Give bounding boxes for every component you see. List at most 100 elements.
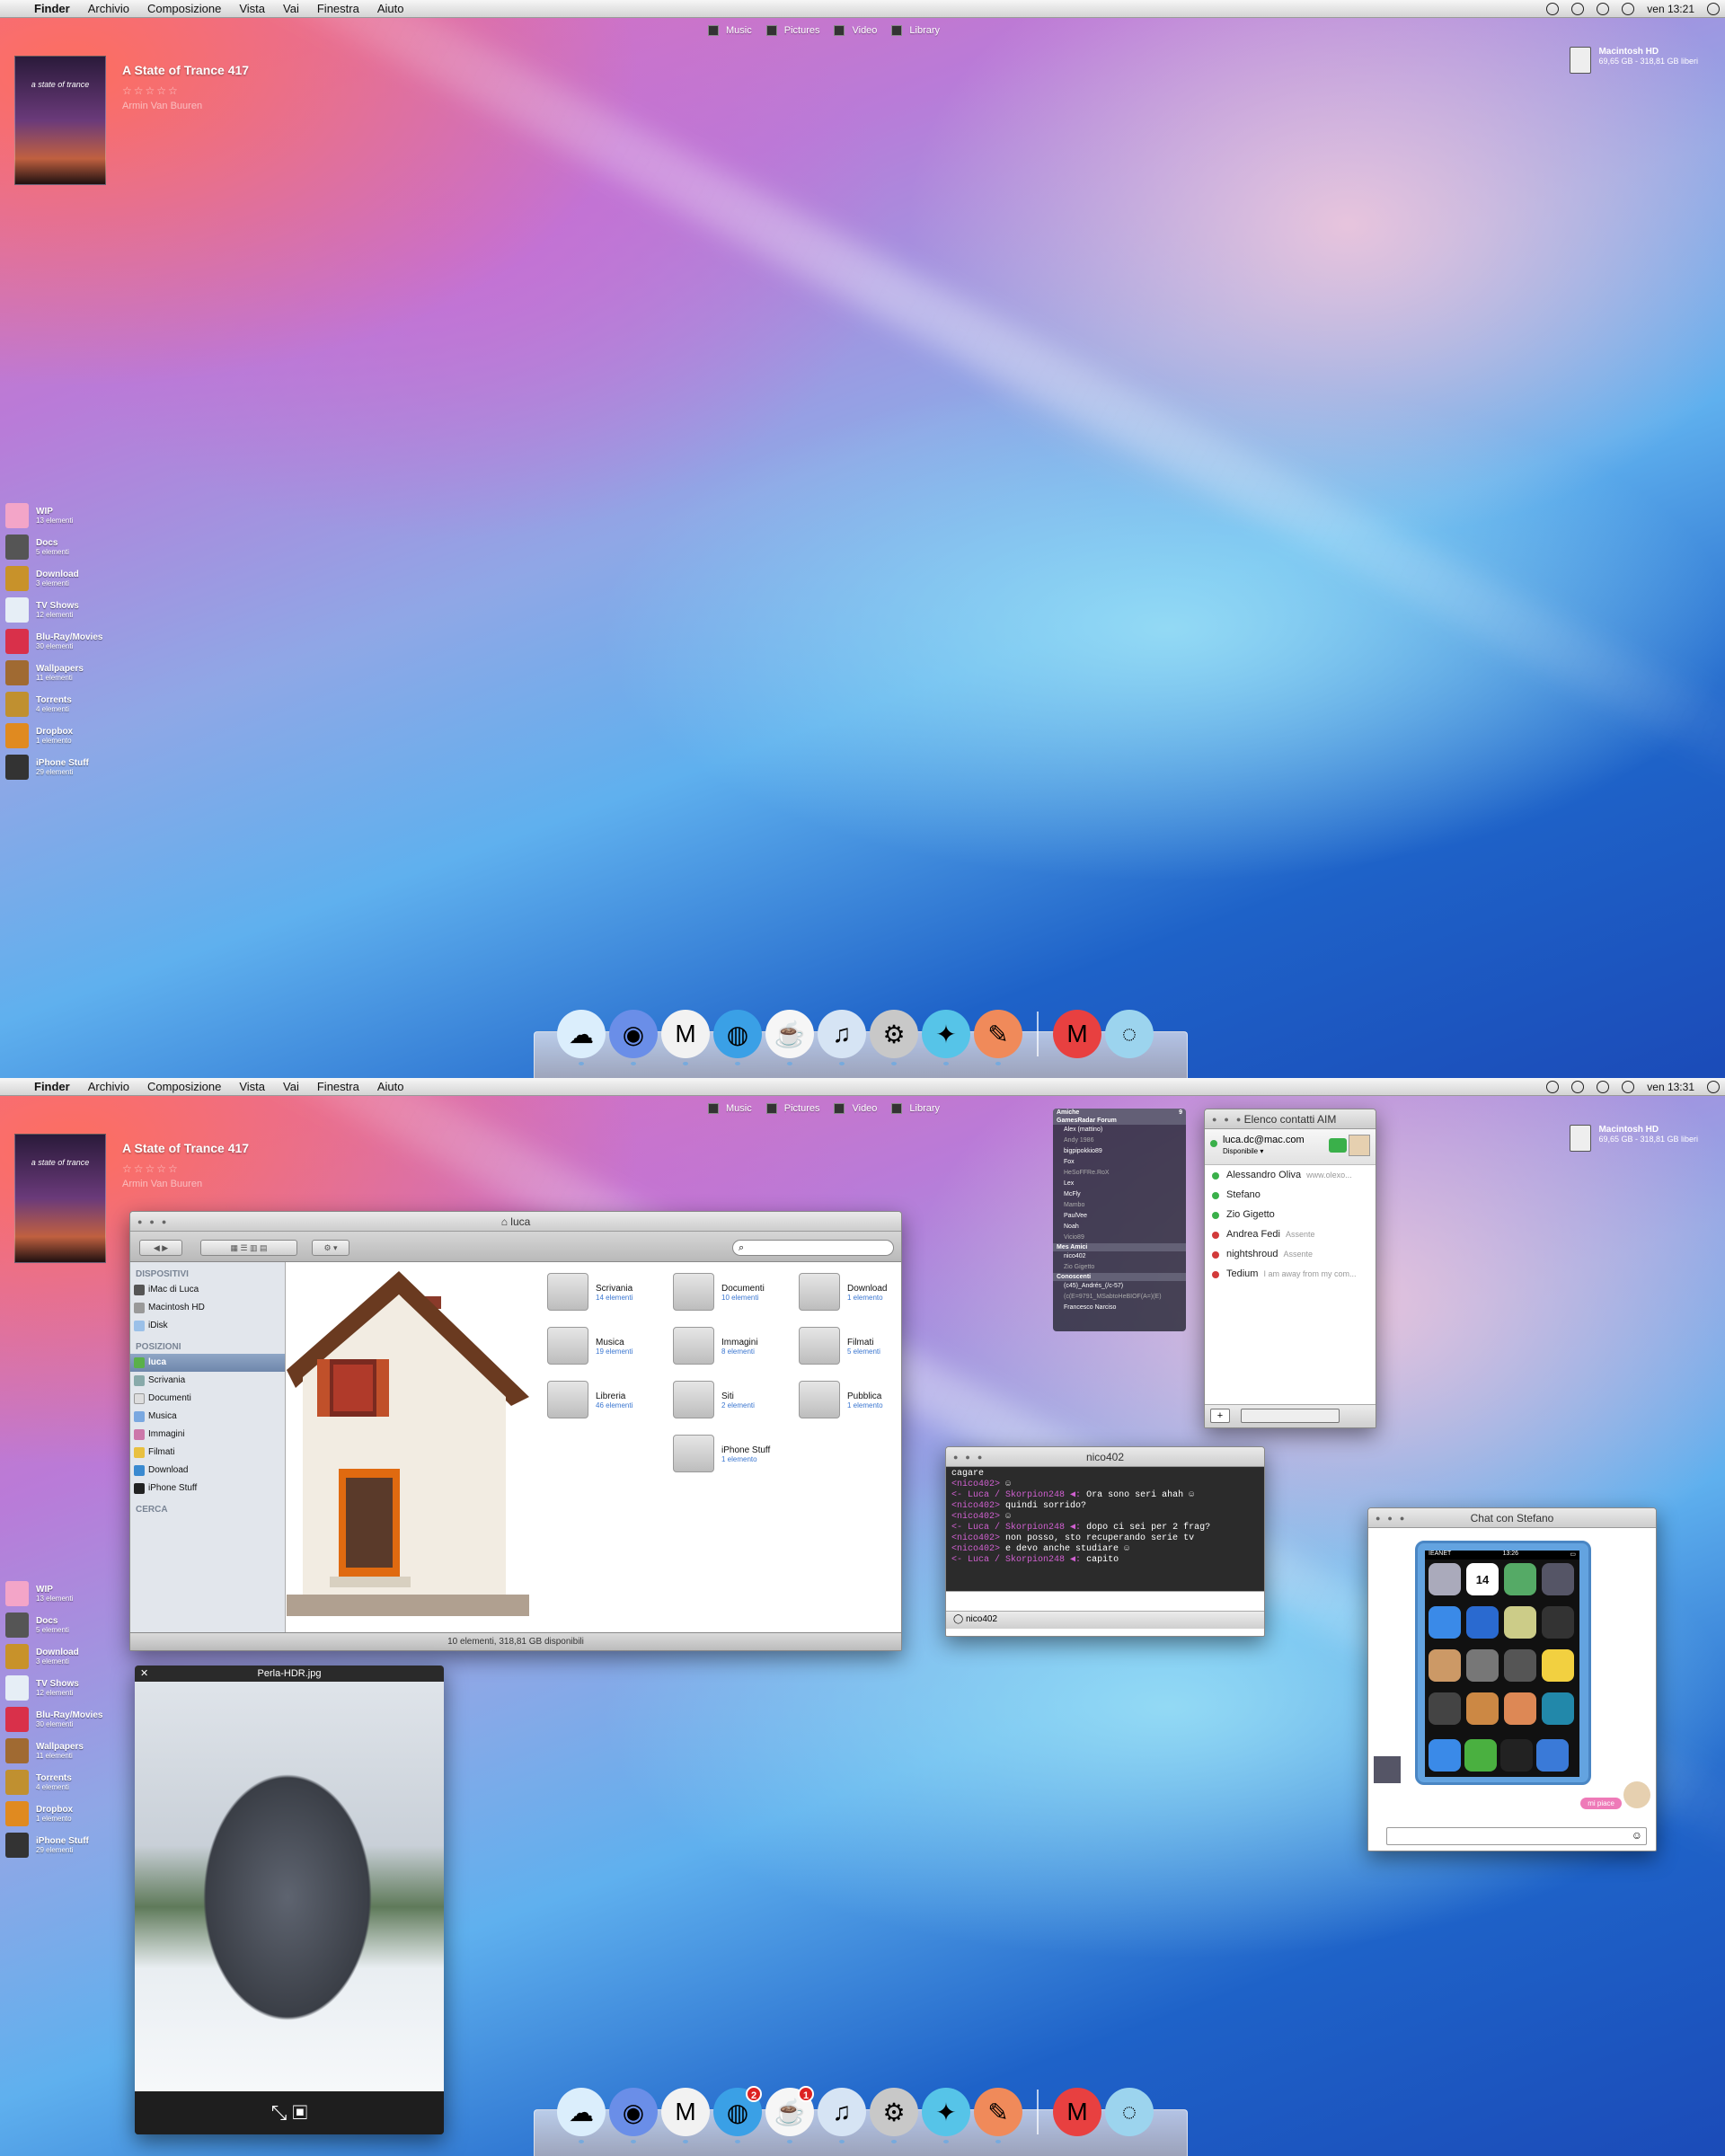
- menu-vai[interactable]: Vai: [274, 1080, 308, 1093]
- spotlight-icon[interactable]: [1707, 1081, 1720, 1093]
- menu-archivio[interactable]: Archivio: [79, 2, 138, 15]
- bird-icon[interactable]: ✦: [922, 1010, 970, 1065]
- finder-titlebar[interactable]: ●●● ⌂ luca: [130, 1212, 901, 1232]
- menu-clock[interactable]: ven 13:31: [1647, 1081, 1694, 1093]
- add-contact-icon[interactable]: +: [1210, 1409, 1230, 1423]
- sidebar-item-imac[interactable]: iMac di Luca: [130, 1281, 285, 1299]
- place-pictures[interactable]: Pictures: [765, 25, 819, 37]
- track-rating[interactable]: ☆☆☆☆☆: [122, 84, 392, 97]
- sidebar-item-luca[interactable]: luca: [130, 1354, 285, 1372]
- mario-icon[interactable]: M: [1053, 1010, 1101, 1058]
- coffee-icon[interactable]: ☕: [765, 1010, 814, 1065]
- buddy-item[interactable]: bigpipokkio89: [1053, 1146, 1186, 1157]
- stack-item[interactable]: Torrents 4 elementi: [5, 1766, 131, 1798]
- dropbox-status-icon[interactable]: [1546, 1081, 1560, 1093]
- menu-composizione[interactable]: Composizione: [138, 2, 230, 15]
- menu-vai[interactable]: Vai: [274, 2, 308, 15]
- menu-aiuto[interactable]: Aiuto: [368, 2, 413, 15]
- menu-clock[interactable]: ven 13:21: [1647, 3, 1694, 15]
- window-controls[interactable]: ●●●: [953, 1447, 989, 1467]
- place-video[interactable]: Video: [834, 1103, 877, 1115]
- iphoto-icon[interactable]: ▣: [292, 2101, 307, 2124]
- ichat-titlebar[interactable]: ●●● Chat con Stefano: [1368, 1508, 1656, 1528]
- aim-titlebar[interactable]: ●●● Elenco contatti AIM: [1205, 1109, 1376, 1129]
- messages-icon[interactable]: ◍ 2: [713, 2086, 762, 2143]
- stack-item[interactable]: Download 3 elementi: [5, 562, 131, 594]
- buddy-group-header[interactable]: Conoscenti: [1053, 1273, 1186, 1281]
- time-machine-icon[interactable]: [1622, 3, 1635, 15]
- folder-item[interactable]: Documenti 10 elementi: [673, 1273, 799, 1323]
- icloud-icon[interactable]: ☁: [557, 2088, 606, 2143]
- stack-item[interactable]: Docs 5 elementi: [5, 531, 131, 562]
- goldfish-icon[interactable]: ◌: [1105, 1010, 1154, 1058]
- menu-aiuto[interactable]: Aiuto: [368, 1080, 413, 1093]
- settings-icon[interactable]: ⚙: [870, 1010, 918, 1065]
- sidebar-item-download[interactable]: Download: [130, 1462, 285, 1480]
- stack-item[interactable]: Download 3 elementi: [5, 1640, 131, 1672]
- buddy-item[interactable]: nico402: [1053, 1251, 1186, 1262]
- buddy-item[interactable]: Alex (mattino): [1053, 1125, 1186, 1135]
- menu-composizione[interactable]: Composizione: [138, 1080, 230, 1093]
- gmail-icon[interactable]: M: [661, 2088, 710, 2143]
- buddy-item[interactable]: (c45)_Andrés_(/c-57): [1053, 1281, 1186, 1292]
- sidebar-search-header[interactable]: CERCA: [130, 1501, 285, 1516]
- buddy-group-header[interactable]: Amiche 9: [1053, 1109, 1186, 1117]
- stack-item[interactable]: Blu-Ray/Movies 30 elementi: [5, 625, 131, 657]
- folder-item[interactable]: Siti 2 elementi: [673, 1381, 799, 1431]
- itunes-icon[interactable]: ♫: [818, 1010, 866, 1065]
- stack-item[interactable]: Wallpapers 11 elementi: [5, 1735, 131, 1766]
- menu-finestra[interactable]: Finestra: [308, 2, 368, 15]
- folder-item[interactable]: Filmati 5 elementi: [799, 1327, 901, 1377]
- folder-item[interactable]: Libreria 46 elementi: [547, 1381, 673, 1431]
- stack-item[interactable]: Blu-Ray/Movies 30 elementi: [5, 1703, 131, 1735]
- mario-icon[interactable]: M: [1053, 2088, 1101, 2136]
- aim-contact[interactable]: Alessandro Oliva www.olexo...: [1205, 1165, 1376, 1185]
- folder-item[interactable]: Scrivania 14 elementi: [547, 1273, 673, 1323]
- shared-iphone-screenshot[interactable]: IEANET 13:26 ▭ 14: [1415, 1541, 1591, 1785]
- place-library[interactable]: Library: [891, 1103, 940, 1115]
- place-library[interactable]: Library: [891, 25, 940, 37]
- sidebar-devices-header[interactable]: DISPOSITIVI: [130, 1266, 285, 1281]
- finder-search-input[interactable]: ⌕: [732, 1240, 894, 1256]
- sidebar-item-filmati[interactable]: Filmati: [130, 1444, 285, 1462]
- firefox-icon[interactable]: ◉: [609, 2088, 658, 2143]
- sidebar-item-scrivania[interactable]: Scrivania: [130, 1372, 285, 1390]
- time-machine-icon[interactable]: [1622, 1081, 1635, 1093]
- stack-item[interactable]: Wallpapers 11 elementi: [5, 657, 131, 688]
- menu-app-name[interactable]: Finder: [25, 2, 79, 15]
- album-cover[interactable]: a state of trance: [14, 56, 106, 185]
- place-music[interactable]: Music: [708, 1103, 752, 1115]
- stack-item[interactable]: WIP 13 elementi: [5, 499, 131, 531]
- buddy-item[interactable]: (c(E=9791_MSabtoHeBIOF(A=)(E): [1053, 1292, 1186, 1303]
- sidebar-item-iphone-stuff[interactable]: iPhone Stuff: [130, 1480, 285, 1498]
- folder-item[interactable]: Immagini 8 elementi: [673, 1327, 799, 1377]
- video-chat-icon[interactable]: [1329, 1138, 1347, 1153]
- settings-icon[interactable]: ⚙: [870, 2088, 918, 2143]
- avatar[interactable]: [1349, 1135, 1370, 1156]
- menu-app-name[interactable]: Finder: [25, 1080, 79, 1093]
- fullscreen-icon[interactable]: ⤡: [271, 2101, 288, 2124]
- buddy-item[interactable]: Noah: [1053, 1222, 1186, 1233]
- bird-icon[interactable]: ✦: [922, 2088, 970, 2143]
- stack-item[interactable]: Dropbox 1 elemento: [5, 720, 131, 751]
- stack-item[interactable]: Dropbox 1 elemento: [5, 1798, 131, 1829]
- goldfish-icon[interactable]: ◌: [1105, 2088, 1154, 2136]
- stack-item[interactable]: Docs 5 elementi: [5, 1609, 131, 1640]
- menu-archivio[interactable]: Archivio: [79, 1080, 138, 1093]
- aim-contact[interactable]: Andrea Fedi Assente: [1205, 1224, 1376, 1244]
- irc-message-input[interactable]: [946, 1591, 1264, 1611]
- aim-contact[interactable]: Zio Gigetto: [1205, 1205, 1376, 1224]
- buddy-item[interactable]: Fox: [1053, 1157, 1186, 1168]
- stack-item[interactable]: WIP 13 elementi: [5, 1577, 131, 1609]
- spotlight-icon[interactable]: [1707, 3, 1720, 15]
- stack-item[interactable]: iPhone Stuff 29 elementi: [5, 751, 131, 782]
- window-controls[interactable]: ●●●: [1376, 1508, 1411, 1528]
- buddy-item[interactable]: Mambo: [1053, 1200, 1186, 1211]
- sidebar-item-musica[interactable]: Musica: [130, 1408, 285, 1426]
- place-video[interactable]: Video: [834, 25, 877, 37]
- stack-item[interactable]: TV Shows 12 elementi: [5, 1672, 131, 1703]
- buddy-group-header[interactable]: GamesRadar Forum: [1053, 1117, 1186, 1125]
- icloud-icon[interactable]: ☁: [557, 1010, 606, 1065]
- feather-icon[interactable]: ✎: [974, 2088, 1022, 2143]
- stack-item[interactable]: iPhone Stuff 29 elementi: [5, 1829, 131, 1860]
